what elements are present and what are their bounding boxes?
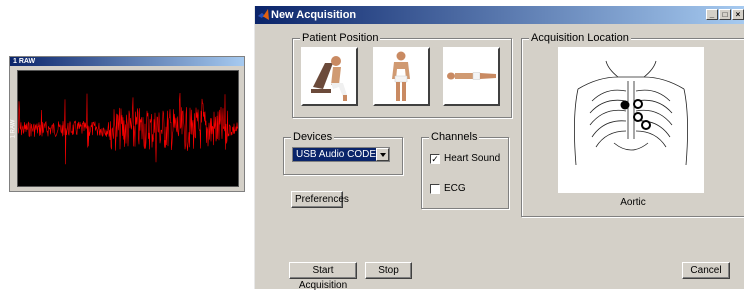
ribcage-illustration — [574, 60, 688, 166]
heart-sound-checkbox[interactable]: ✓ — [430, 153, 440, 164]
raw-window-title: 1 RAW — [10, 57, 244, 66]
position-standing-button[interactable] — [373, 47, 430, 106]
new-acquisition-dialog: New Acquisition _ □ × Patient Position D… — [254, 6, 744, 291]
acquisition-location-group: Acquisition Location Aortic — [521, 32, 744, 217]
channels-group: Channels ✓ Heart Sound ECG — [421, 131, 509, 209]
raw-signal-plot: 1 RAW — [10, 70, 239, 187]
ecg-label: ECG — [444, 183, 466, 194]
dialog-title-bar: New Acquisition _ □ × — [255, 6, 744, 24]
minimize-icon[interactable]: _ — [706, 9, 718, 20]
devices-group: Devices USB Audio CODEC — [283, 131, 403, 175]
ecg-checkbox-row[interactable]: ECG — [430, 183, 466, 194]
chevron-down-icon[interactable] — [376, 148, 389, 161]
position-supine-button[interactable] — [443, 47, 500, 106]
supine-patient-icon — [447, 72, 496, 80]
channels-label: Channels — [429, 131, 480, 143]
patient-position-group: Patient Position — [292, 32, 512, 118]
position-sitting-button[interactable] — [301, 47, 358, 106]
maximize-icon[interactable]: □ — [719, 9, 731, 20]
standing-patient-icon — [392, 51, 410, 101]
raw-signal-window: 1 RAW 1 RAW — [9, 56, 245, 192]
sitting-patient-icon — [311, 56, 347, 101]
waveform-trace — [18, 92, 238, 165]
selected-site-label: Aortic — [620, 197, 646, 208]
device-select[interactable]: USB Audio CODEC — [292, 147, 390, 162]
ecg-checkbox[interactable] — [430, 183, 440, 194]
matlab-icon — [258, 9, 269, 20]
dialog-title: New Acquisition — [271, 9, 357, 21]
raw-waveform — [18, 92, 238, 165]
stop-button[interactable]: Stop — [365, 262, 412, 279]
start-acquisition-button[interactable]: Start Acquisition — [289, 262, 357, 291]
devices-label: Devices — [291, 131, 335, 143]
aortic-site-marker — [620, 100, 630, 110]
heart-sound-label: Heart Sound — [444, 153, 501, 164]
acquisition-location-label: Acquisition Location — [529, 32, 631, 44]
cancel-button[interactable]: Cancel — [682, 262, 730, 279]
heart-sound-checkbox-row[interactable]: ✓ Heart Sound — [430, 153, 500, 164]
raw-y-label: 1 RAW — [10, 119, 17, 138]
chest-diagram — [558, 47, 704, 193]
patient-position-label: Patient Position — [300, 32, 381, 44]
device-select-value: USB Audio CODEC — [296, 149, 384, 160]
preferences-button[interactable]: Preferences — [291, 191, 349, 208]
close-icon[interactable]: × — [732, 9, 744, 20]
